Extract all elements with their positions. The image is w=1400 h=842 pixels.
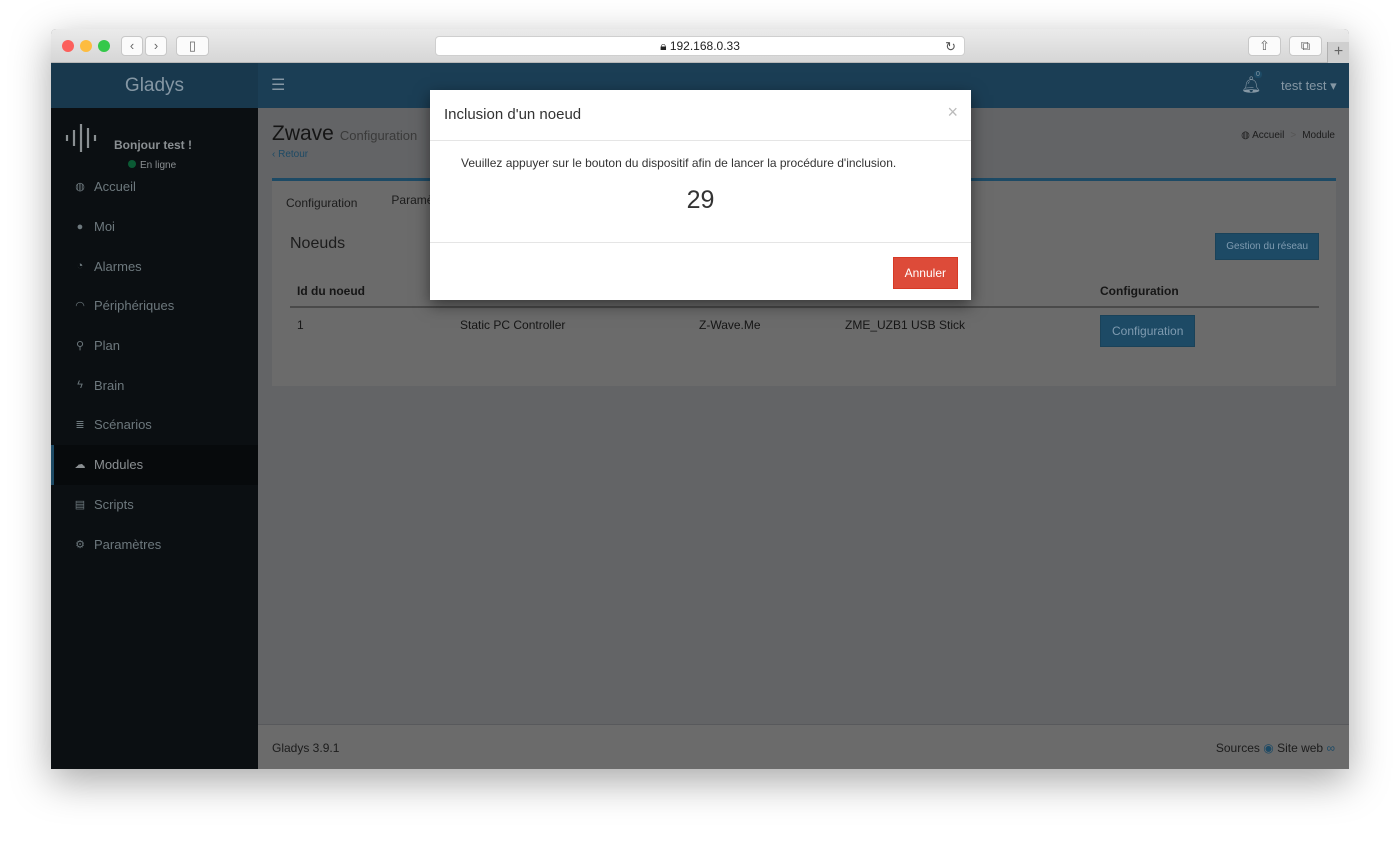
file-icon: ▤ [74, 498, 86, 511]
url-text: 192.168.0.33 [669, 39, 740, 53]
browser-window: ‹ › ▯ 🔒︎ 192.168.0.33 ↻ ⇧ ⧉ + Gladys ☰ 🔔… [51, 29, 1349, 769]
lock-icon: 🔒︎ [660, 39, 667, 53]
chevron-left-icon: ‹ [129, 38, 135, 53]
table-row: 1 Static PC Controller Z-Wave.Me ZME_UZB… [290, 307, 1319, 357]
notification-badge: 0 [1254, 71, 1262, 78]
forward-button[interactable]: › [145, 36, 167, 56]
browser-toolbar: ‹ › ▯ 🔒︎ 192.168.0.33 ↻ ⇧ ⧉ + [51, 29, 1349, 63]
cloud-download-icon: ☁ [74, 459, 86, 472]
tabs-button[interactable]: ⧉ [1289, 36, 1322, 56]
close-window-button[interactable] [62, 40, 74, 52]
node-type: Static PC Controller [460, 318, 566, 332]
list-icon: ≣ [75, 419, 85, 432]
node-manufacturer: Z-Wave.Me [699, 318, 761, 332]
bolt-icon: ϟ [77, 379, 83, 392]
sidebar-menu: ◍ Accueil ● Moi ◔ Alarmes ◠ Périphériques ⚲ Plan ϟ… [51, 167, 258, 564]
sidebar-item-brain[interactable]: ϟ Brain [51, 365, 258, 405]
breadcrumb: ◍ Accueil > Module [1241, 130, 1335, 141]
node-configuration-button[interactable]: Configuration [1100, 315, 1196, 347]
tab-configuration[interactable]: Configuration [272, 178, 372, 221]
sidebar-icon: ▯ [188, 38, 197, 53]
sidebar-item-moi[interactable]: ● Moi [51, 207, 258, 247]
bell-icon[interactable]: 🔔︎ [1241, 75, 1261, 95]
footer: Gladys 3.9.1 Sources ◉ Site web ∞ [258, 724, 1349, 769]
version: Gladys 3.9.1 [272, 741, 340, 755]
rss-icon: ◠ [75, 300, 85, 313]
countdown: 29 [686, 186, 715, 214]
breadcrumb-separator: > [1290, 130, 1297, 141]
share-button[interactable]: ⇧ [1248, 36, 1281, 56]
page-subtitle: Configuration [339, 128, 418, 143]
sidebar-item-label: Brain [94, 377, 125, 393]
sidebar-item-label: Plan [94, 338, 121, 354]
dashboard-icon: ◍ [1241, 130, 1250, 141]
sidebar-item-label: Alarmes [94, 258, 142, 274]
modal-body: Veuillez appuyer sur le bouton du dispos… [430, 141, 971, 243]
close-icon[interactable]: × [947, 102, 958, 123]
tabs-icon: ⧉ [1300, 38, 1311, 53]
chevron-right-icon: › [153, 38, 159, 53]
sidebar-item-peripheriques[interactable]: ◠ Périphériques [51, 286, 258, 326]
reload-icon[interactable]: ↻ [945, 37, 956, 56]
sidebar-item-label: Scénarios [94, 417, 152, 433]
sidebar-item-modules[interactable]: ☁ Modules [51, 444, 258, 485]
sidebar-item-scripts[interactable]: ▤ Scripts [51, 485, 258, 525]
page-title: Zwave Configuration [272, 122, 418, 145]
greeting: Bonjour test ! [114, 138, 192, 152]
tab-bar: Configuration Paramè [272, 178, 453, 221]
plus-icon: + [1333, 43, 1344, 60]
node-action-cell: Configuration [1093, 307, 1319, 357]
sidebar-item-parametres[interactable]: ⚙ Paramètres [51, 524, 258, 564]
back-link[interactable]: ‹ Retour [272, 149, 308, 160]
dashboard-icon: ◍ [75, 181, 85, 194]
clock-icon: ◔ [76, 260, 84, 273]
map-marker-icon: ⚲ [75, 340, 85, 353]
gladys-logo-icon [65, 124, 97, 152]
column-header: Id du noeud [290, 276, 453, 308]
back-button[interactable]: ‹ [121, 36, 143, 56]
sources-link[interactable]: Sources ◉ [1216, 741, 1274, 755]
inclusion-modal: Inclusion d'un noeud × Veuillez appuyer … [430, 90, 971, 300]
sidebar-item-label: Paramètres [94, 536, 162, 552]
sidebar-item-plan[interactable]: ⚲ Plan [51, 326, 258, 366]
column-header: Configuration [1093, 276, 1319, 308]
share-icon: ⇧ [1259, 38, 1270, 53]
sidebar-item-accueil[interactable]: ◍ Accueil [51, 167, 258, 207]
node-id: 1 [297, 318, 304, 332]
sidebar: Bonjour test ! En ligne ◍ Accueil ● Moi ◔ Ala… [51, 108, 258, 769]
sidebar-item-label: Scripts [94, 496, 134, 512]
footer-links: Sources ◉ Site web ∞ [1216, 741, 1335, 755]
sidebar-item-scenarios[interactable]: ≣ Scénarios [51, 405, 258, 445]
website-link[interactable]: Site web ∞ [1277, 741, 1335, 755]
cancel-button[interactable]: Annuler [892, 257, 958, 289]
sidebar-item-label: Modules [94, 457, 144, 473]
sidebar-item-label: Moi [94, 219, 115, 235]
link-icon: ∞ [1326, 741, 1335, 755]
sidebar-item-label: Accueil [94, 179, 136, 195]
sidebar-item-label: Périphériques [94, 298, 175, 314]
address-bar[interactable]: 🔒︎ 192.168.0.33 ↻ [435, 36, 965, 56]
box-title: Noeuds [290, 235, 346, 252]
zoom-window-button[interactable] [98, 40, 110, 52]
app: Gladys ☰ 🔔︎ 0 test test ▾ Bonjour test !… [51, 63, 1349, 769]
user-icon: ● [76, 220, 84, 233]
modal-header: Inclusion d'un noeud × [430, 90, 971, 141]
menu-toggle-icon[interactable]: ☰ [271, 75, 285, 95]
minimize-window-button[interactable] [80, 40, 92, 52]
breadcrumb-current: Module [1302, 130, 1335, 141]
modal-title: Inclusion d'un noeud [444, 106, 582, 123]
sidebar-toggle-button[interactable]: ▯ [176, 36, 209, 56]
github-icon: ◉ [1263, 741, 1274, 755]
brand-logo[interactable]: Gladys [51, 63, 258, 108]
new-tab-button[interactable]: + [1327, 42, 1349, 63]
gear-icon: ⚙ [75, 538, 85, 551]
modal-message: Veuillez appuyer sur le bouton du dispos… [461, 156, 897, 170]
network-management-button[interactable]: Gestion du réseau [1215, 233, 1319, 260]
sidebar-item-alarmes[interactable]: ◔ Alarmes [51, 246, 258, 286]
node-product: ZME_UZB1 USB Stick [845, 318, 966, 332]
user-menu[interactable]: test test ▾ [1281, 78, 1337, 94]
breadcrumb-home[interactable]: ◍ Accueil [1241, 130, 1284, 141]
